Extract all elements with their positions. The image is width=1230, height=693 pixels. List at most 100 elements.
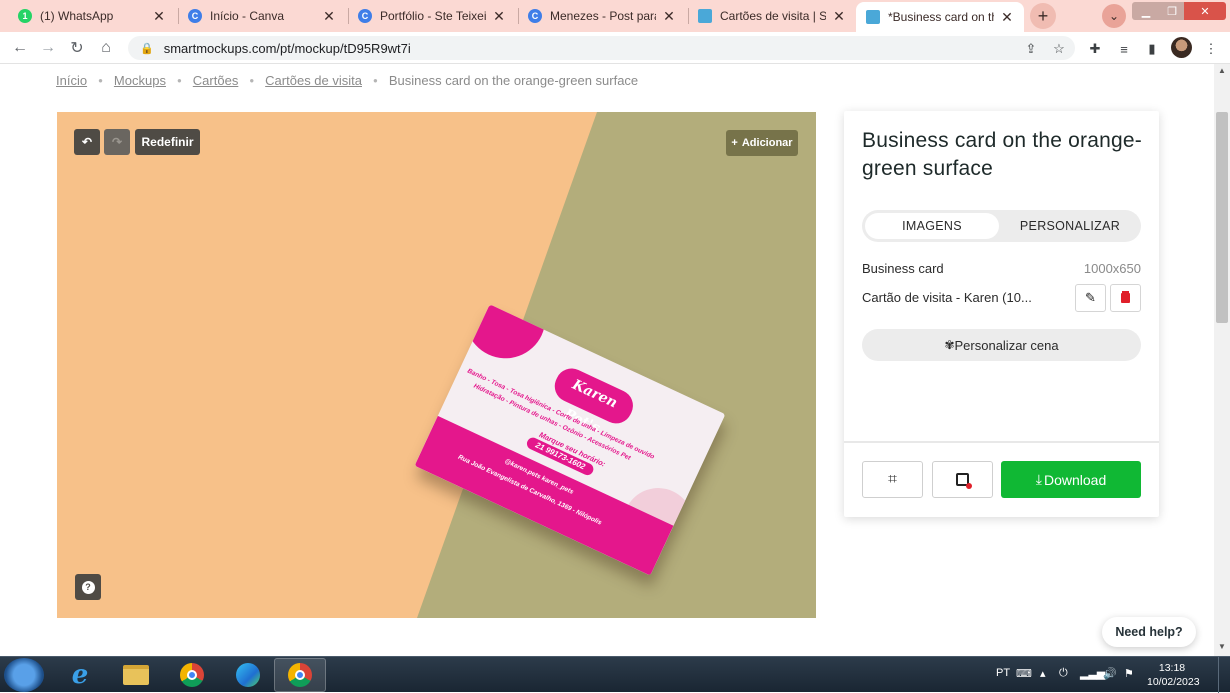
tab-images[interactable]: IMAGENS <box>865 213 999 239</box>
folder-icon <box>123 665 149 685</box>
show-desktop-button[interactable] <box>1218 657 1230 693</box>
back-icon[interactable]: ← <box>10 38 30 58</box>
placeholder-size: 1000x650 <box>1083 261 1141 276</box>
tab-canva-home[interactable]: C Início - Canva ✕ <box>178 2 346 30</box>
scroll-down-icon[interactable]: ▼ <box>1214 640 1230 654</box>
canva-icon: C <box>528 9 542 23</box>
pencil-icon: ✎ <box>1085 290 1096 305</box>
clock-time: 13:18 <box>1158 662 1186 674</box>
save-button[interactable] <box>932 461 993 498</box>
forward-icon[interactable]: → <box>38 38 58 58</box>
placeholder-label: Business card <box>862 261 944 276</box>
panel-divider <box>844 441 1159 443</box>
share-icon[interactable]: ⇪ <box>1022 40 1040 58</box>
tray-expand-icon[interactable]: ▴ <box>1040 667 1046 680</box>
close-icon[interactable]: ✕ <box>322 8 336 25</box>
customize-scene-button[interactable]: ✾ Personalizar cena <box>862 329 1141 361</box>
power-icon[interactable]: ⏻ <box>1059 667 1068 680</box>
breadcrumb: Início ● Mockups ● Cartões ● Cartões de … <box>56 73 638 88</box>
plus-icon: + <box>731 137 738 149</box>
close-icon[interactable]: ✕ <box>152 8 166 25</box>
redo-icon: ↷ <box>111 135 123 149</box>
network-icon[interactable]: ▂▃▅ <box>1080 667 1105 680</box>
tab-title: Início - Canva <box>210 9 285 23</box>
add-button[interactable]: + Adicionar <box>726 130 798 156</box>
edit-layer-button[interactable]: ✎ <box>1075 284 1106 312</box>
bookmark-star-icon[interactable]: ☆ <box>1050 40 1068 58</box>
home-icon[interactable]: ⌂ <box>96 38 116 58</box>
close-icon[interactable]: ✕ <box>1000 9 1014 26</box>
canva-icon: C <box>188 9 202 23</box>
extensions-icon[interactable]: ✚ <box>1086 40 1104 58</box>
save-icon <box>956 473 972 489</box>
windows-taskbar: e PT ⌨ ▴ ⏻ ▂▃▅ 🔊 ⚑ 13:18 10/02/2023 <box>0 656 1230 693</box>
question-icon: ? <box>81 580 95 594</box>
taskbar-ie[interactable]: e <box>54 658 106 692</box>
reload-icon[interactable]: ↻ <box>67 38 87 58</box>
breadcrumb-separator: ● <box>98 76 103 85</box>
start-button[interactable] <box>4 658 44 692</box>
undo-button[interactable]: ↶ <box>74 129 100 155</box>
address-bar[interactable]: 🔒 smartmockups.com/pt/mockup/tD95R9wt7i <box>128 36 1075 60</box>
breadcrumb-separator: ● <box>373 76 378 85</box>
panel-title: Business card on the orange-green surfac… <box>862 129 1142 180</box>
layer-name[interactable]: Cartão de visita - Karen (10... <box>862 290 1032 305</box>
tab-smartmockups-active[interactable]: *Business card on the o ✕ <box>856 2 1024 32</box>
minimize-button[interactable]: ▁ <box>1132 2 1160 20</box>
taskbar-explorer[interactable] <box>110 658 162 692</box>
redo-button[interactable]: ↷ <box>104 129 130 155</box>
chrome-icon <box>288 663 312 687</box>
close-icon[interactable]: ✕ <box>832 8 846 25</box>
smartmockups-icon <box>698 9 712 23</box>
tab-title: *Business card on the o <box>888 10 994 24</box>
help-button[interactable]: ? <box>75 574 101 600</box>
tab-customize[interactable]: PERSONALIZAR <box>1002 213 1138 239</box>
close-icon[interactable]: ✕ <box>492 8 506 25</box>
close-window-button[interactable]: ✕ <box>1184 2 1226 20</box>
tab-smartmockups-cards[interactable]: Cartões de visita | Sma ✕ <box>688 2 856 30</box>
green-surface <box>417 112 816 618</box>
breadcrumb-current: Business card on the orange-green surfac… <box>388 73 639 88</box>
crop-icon: ⌗ <box>887 470 897 488</box>
scroll-up-icon[interactable]: ▲ <box>1214 64 1230 78</box>
side-panel-icon[interactable]: ▮ <box>1143 40 1161 58</box>
keyboard-icon[interactable]: ⌨ <box>1016 667 1032 680</box>
scene-label: Personalizar cena <box>954 337 1059 353</box>
new-tab-button[interactable]: + <box>1030 3 1056 29</box>
language-indicator[interactable]: PT <box>996 667 1010 679</box>
taskbar-chrome[interactable] <box>166 658 218 692</box>
tab-title: Portfólio - Ste Teixeira D <box>380 9 486 23</box>
download-label: Download <box>1043 471 1107 488</box>
whatsapp-icon: 1 <box>18 9 32 23</box>
taskbar-edge[interactable] <box>222 658 274 692</box>
system-clock[interactable]: 13:18 10/02/2023 <box>1147 661 1200 689</box>
tab-canva-portfolio[interactable]: C Portfólio - Ste Teixeira D ✕ <box>348 2 516 30</box>
tab-title: Menezes - Post para Fa <box>550 9 656 23</box>
crop-button[interactable]: ⌗ <box>862 461 923 498</box>
trash-icon <box>1121 293 1130 303</box>
chrome-icon <box>180 663 204 687</box>
download-button[interactable]: ⤓ Download <box>1001 461 1141 498</box>
profile-avatar[interactable] <box>1171 37 1192 58</box>
tab-whatsapp[interactable]: 1 (1) WhatsApp ✕ <box>8 2 176 30</box>
close-icon[interactable]: ✕ <box>662 8 676 25</box>
breadcrumb-business-cards[interactable]: Cartões de visita <box>265 73 362 88</box>
reset-button[interactable]: Redefinir <box>135 129 200 155</box>
delete-layer-button[interactable] <box>1110 284 1141 312</box>
scrollbar-thumb[interactable] <box>1216 112 1228 323</box>
breadcrumb-home[interactable]: Início <box>56 73 87 88</box>
action-center-icon[interactable]: ⚑ <box>1124 667 1134 680</box>
breadcrumb-mockups[interactable]: Mockups <box>114 73 166 88</box>
tab-canva-post[interactable]: C Menezes - Post para Fa ✕ <box>518 2 686 30</box>
mockup-preview[interactable]: Karen Pet's Banho - Tosa - Tosa higiênic… <box>57 112 816 618</box>
volume-icon[interactable]: 🔊 <box>1103 667 1117 680</box>
reading-list-icon[interactable]: ≡ <box>1115 40 1133 58</box>
breadcrumb-cards[interactable]: Cartões <box>193 73 239 88</box>
taskbar-chrome-profile[interactable] <box>274 658 326 692</box>
internet-explorer-icon: e <box>71 660 89 690</box>
need-help-button[interactable]: Need help? <box>1102 617 1196 647</box>
maximize-button[interactable]: ❐ <box>1160 2 1184 20</box>
lock-icon: 🔒 <box>140 42 154 55</box>
chrome-menu-icon[interactable]: ⋮ <box>1202 40 1220 58</box>
tab-search-button[interactable]: ⌄ <box>1102 4 1126 28</box>
